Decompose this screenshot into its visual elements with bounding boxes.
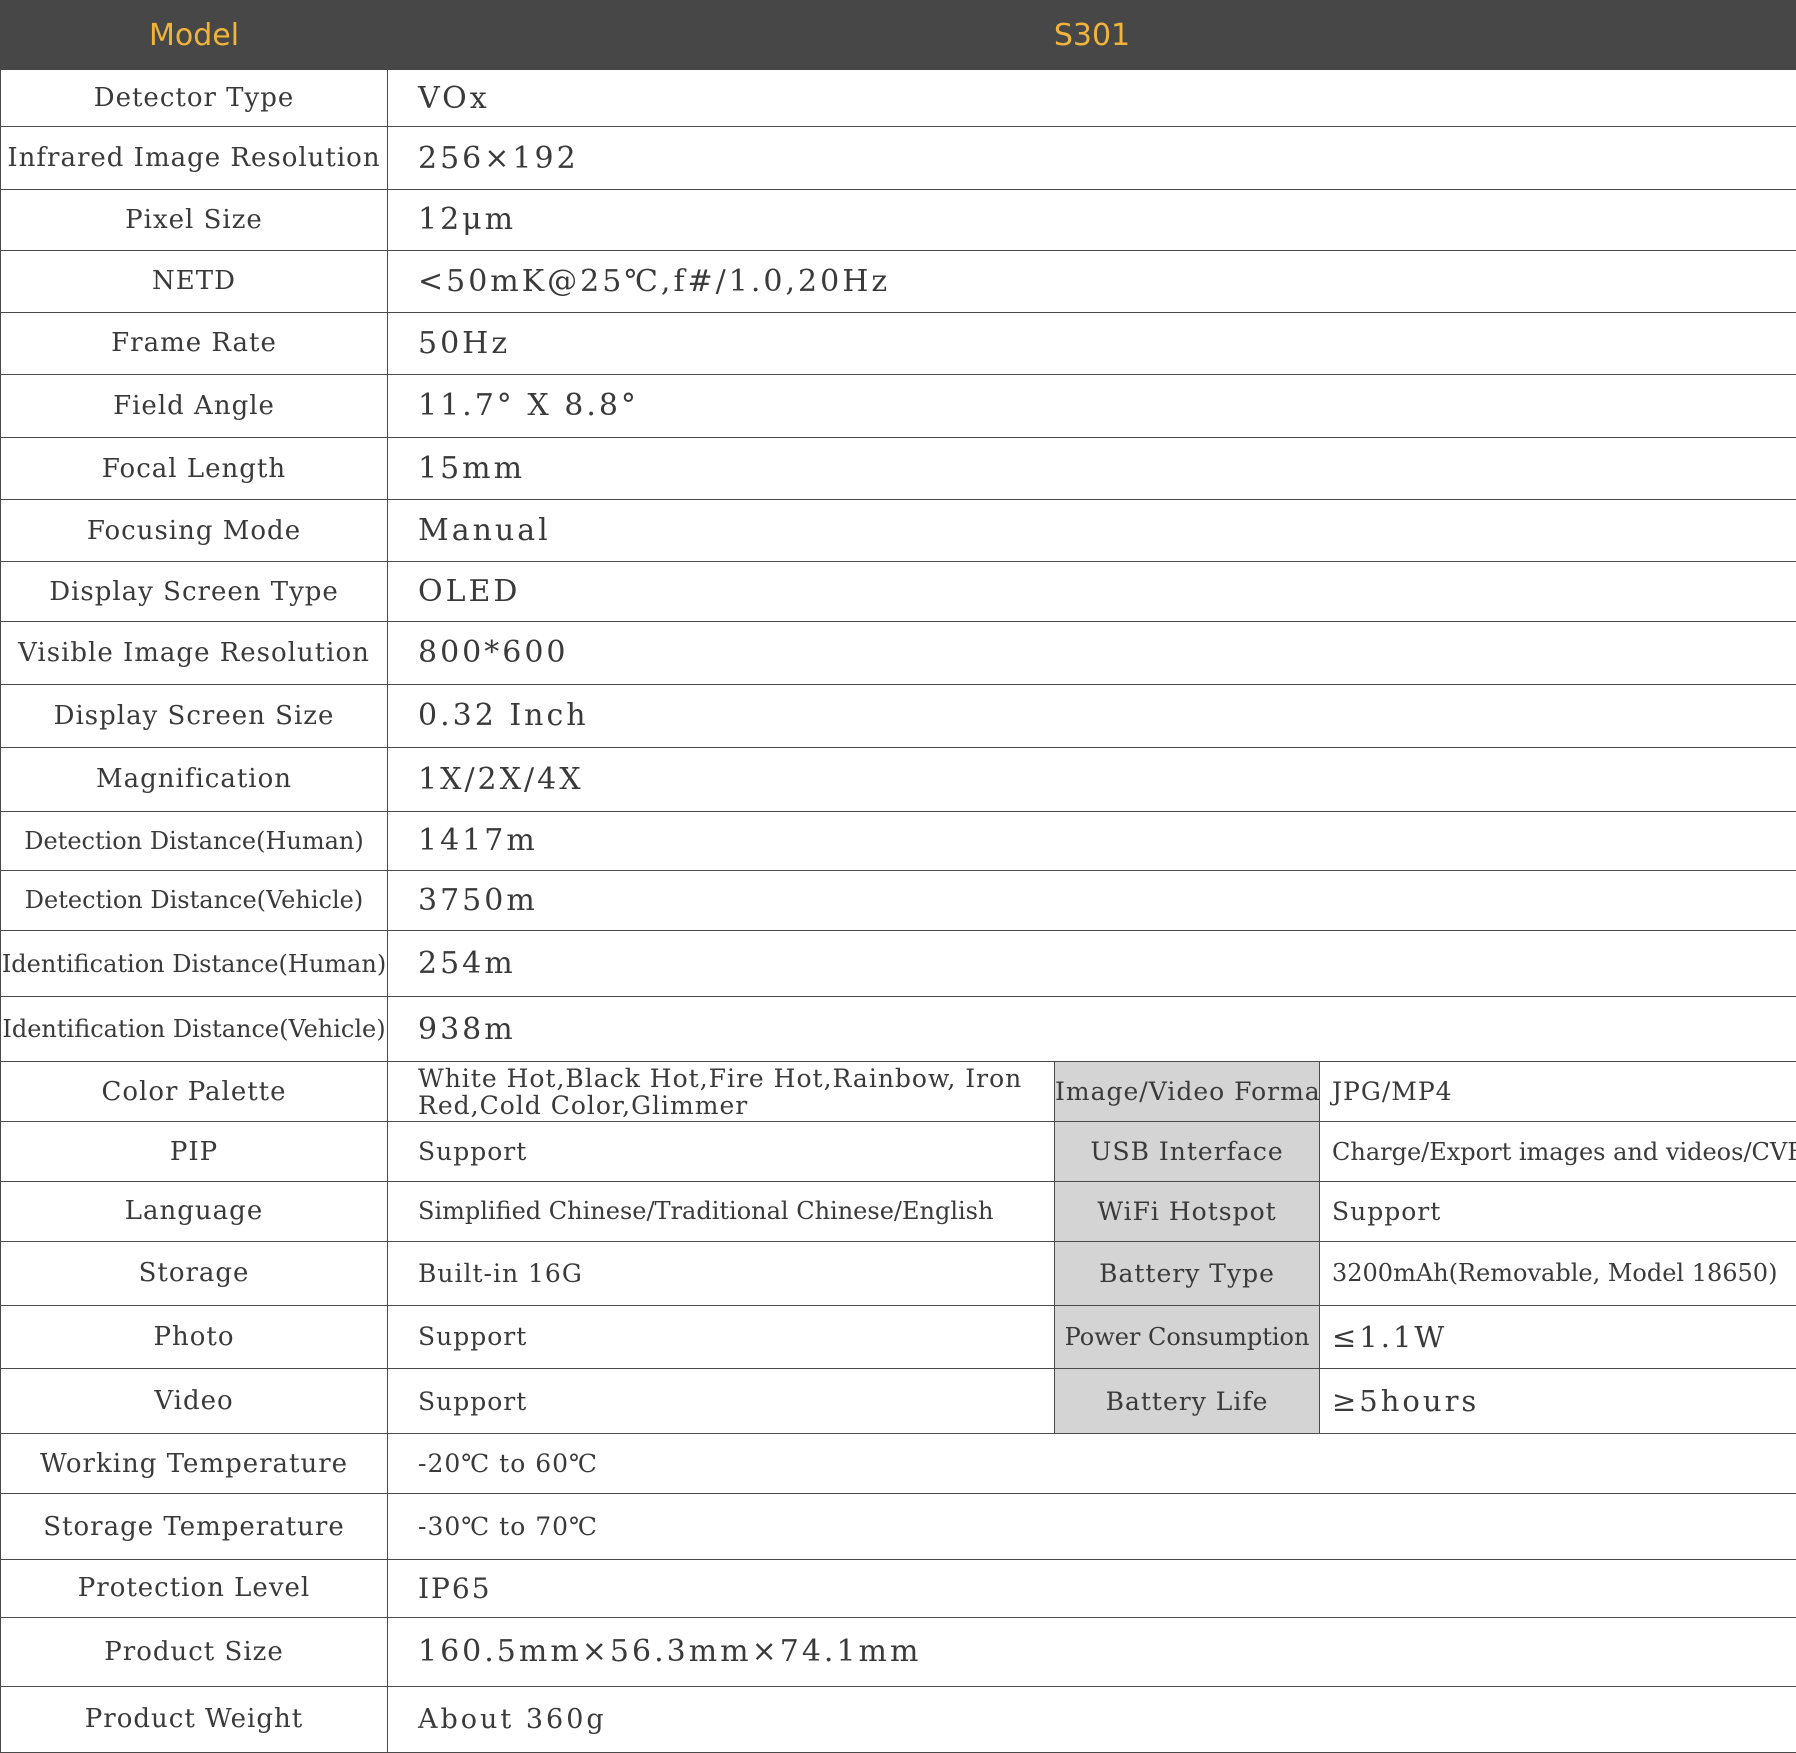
spec-sub-value: Charge/Export images and videos/CVBS (1318, 1121, 1796, 1182)
spec-label: Field Angle (0, 373, 388, 438)
spec-sub-label: Battery Type (1054, 1240, 1320, 1306)
spec-value: OLED (386, 561, 1796, 623)
spec-value: 800*600 (386, 621, 1796, 685)
spec-value: White Hot,Black Hot,Fire Hot,Rainbow, Ir… (387, 1061, 1055, 1123)
spec-label: Photo (0, 1304, 388, 1369)
spec-value: Support (387, 1304, 1055, 1369)
spec-value: 938m (386, 996, 1796, 1063)
spec-row: Storage Temperature -30℃ to 70℃ (0, 1493, 1796, 1561)
spec-row: Product Size 160.5mm×56.3mm×74.1mm (0, 1616, 1796, 1687)
spec-sub-label: Battery Life (1054, 1367, 1320, 1435)
spec-value: Simplified Chinese/Traditional Chinese/E… (387, 1180, 1055, 1242)
spec-sub-label: USB Interface (1054, 1121, 1320, 1182)
spec-label: Storage (0, 1240, 388, 1306)
spec-label: Product Size (0, 1616, 388, 1687)
spec-row: Infrared Image Resolution 256×192 (0, 126, 1796, 191)
spec-row: Detection Distance(Human) 1417m (0, 810, 1796, 871)
split-row: Photo Support Power Consumption ≤1.1W (0, 1304, 1796, 1369)
spec-value: 3750m (386, 869, 1796, 932)
spec-label: Protection Level (0, 1559, 388, 1618)
header-row: Model S301 (0, 0, 1796, 71)
spec-value: 0.32 Inch (386, 683, 1796, 748)
spec-label: Identification Distance(Human) (0, 930, 388, 998)
spec-row: Magnification 1X/2X/4X (0, 746, 1796, 812)
spec-value: <50mK@25℃,f#/1.0,20Hz (386, 249, 1796, 313)
spec-row: Display Screen Type OLED (0, 561, 1796, 623)
split-row: Color Palette White Hot,Black Hot,Fire H… (0, 1061, 1796, 1123)
spec-value: Support (387, 1121, 1055, 1182)
spec-value: -30℃ to 70℃ (386, 1493, 1796, 1561)
spec-label: Infrared Image Resolution (0, 126, 388, 191)
spec-label: NETD (0, 249, 388, 313)
spec-label: Detector Type (0, 69, 388, 128)
spec-value: 1X/2X/4X (386, 746, 1796, 812)
split-row: Language Simplified Chinese/Traditional … (0, 1180, 1796, 1242)
spec-value: 50Hz (386, 311, 1796, 375)
spec-label: Product Weight (0, 1685, 388, 1753)
spec-label: Display Screen Type (0, 561, 388, 623)
spec-value: IP65 (386, 1559, 1796, 1618)
spec-row: Focal Length 15mm (0, 436, 1796, 501)
spec-value: 12μm (386, 189, 1796, 251)
spec-value: Support (387, 1367, 1055, 1435)
spec-sub-label: Image/Video Format (1054, 1061, 1320, 1123)
spec-value: 11.7° X 8.8° (386, 373, 1796, 438)
spec-row: Detector Type VOx (0, 69, 1796, 128)
spec-label: Focusing Mode (0, 499, 388, 563)
split-row: Video Support Battery Life ≥5hours (0, 1367, 1796, 1435)
spec-value: VOx (386, 69, 1796, 128)
spec-label: PIP (0, 1121, 388, 1182)
spec-sub-value: ≤1.1W (1318, 1304, 1796, 1369)
spec-label: Language (0, 1180, 388, 1242)
spec-row: Working Temperature -20℃ to 60℃ (0, 1433, 1796, 1495)
spec-label: Identification Distance(Vehicle) (0, 996, 388, 1063)
spec-value: 15mm (386, 436, 1796, 501)
spec-row: Display Screen Size 0.32 Inch (0, 683, 1796, 748)
spec-value: -20℃ to 60℃ (386, 1433, 1796, 1495)
spec-row: NETD <50mK@25℃,f#/1.0,20Hz (0, 249, 1796, 313)
spec-table: Model S301 Detector Type VOx Infrared Im… (0, 0, 1796, 1753)
spec-label: Frame Rate (0, 311, 388, 375)
spec-sub-label: Power Consumption (1054, 1304, 1320, 1369)
split-row: PIP Support USB Interface Charge/Export … (0, 1121, 1796, 1182)
spec-label: Visible Image Resolution (0, 621, 388, 685)
spec-sub-value: 3200mAh(Removable, Model 18650) (1318, 1240, 1796, 1306)
spec-label: Magnification (0, 746, 388, 812)
spec-value: 160.5mm×56.3mm×74.1mm (386, 1616, 1796, 1687)
spec-label: Detection Distance(Human) (0, 810, 388, 871)
spec-value: 254m (386, 930, 1796, 998)
spec-row: Frame Rate 50Hz (0, 311, 1796, 375)
spec-value: About 360g (386, 1685, 1796, 1753)
spec-row: Identification Distance(Vehicle) 938m (0, 996, 1796, 1063)
spec-label: Display Screen Size (0, 683, 388, 748)
spec-sub-label: WiFi Hotspot (1054, 1180, 1320, 1242)
spec-row: Pixel Size 12μm (0, 189, 1796, 251)
spec-row: Product Weight About 360g (0, 1685, 1796, 1753)
split-row: Storage Built-in 16G Battery Type 3200mA… (0, 1240, 1796, 1306)
spec-row: Field Angle 11.7° X 8.8° (0, 373, 1796, 438)
spec-value: 1417m (386, 810, 1796, 871)
spec-row: Protection Level IP65 (0, 1559, 1796, 1618)
model-header-label: Model (0, 0, 388, 71)
spec-row: Visible Image Resolution 800*600 (0, 621, 1796, 685)
spec-label: Detection Distance(Vehicle) (0, 869, 388, 932)
spec-sub-value: JPG/MP4 (1318, 1061, 1796, 1123)
spec-label: Focal Length (0, 436, 388, 501)
model-header-value: S301 (386, 0, 1796, 71)
spec-row: Identification Distance(Human) 254m (0, 930, 1796, 998)
spec-label: Color Palette (0, 1061, 388, 1123)
spec-label: Working Temperature (0, 1433, 388, 1495)
spec-value: Manual (386, 499, 1796, 563)
spec-sub-value: ≥5hours (1318, 1367, 1796, 1435)
spec-label: Video (0, 1367, 388, 1435)
spec-sub-value: Support (1318, 1180, 1796, 1242)
spec-row: Detection Distance(Vehicle) 3750m (0, 869, 1796, 932)
spec-value: 256×192 (386, 126, 1796, 191)
spec-value: Built-in 16G (387, 1240, 1055, 1306)
spec-label: Pixel Size (0, 189, 388, 251)
spec-row: Focusing Mode Manual (0, 499, 1796, 563)
spec-label: Storage Temperature (0, 1493, 388, 1561)
